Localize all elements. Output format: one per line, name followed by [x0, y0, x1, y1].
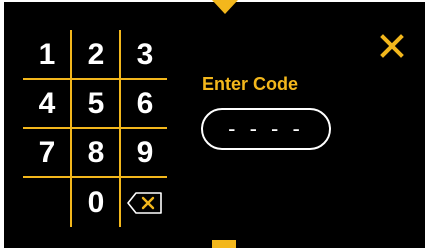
code-entry-screen: 1 2 3 4 5 6 7 8 9 0 Enter Code - - - - [0, 0, 428, 248]
key-9[interactable]: 9 [121, 128, 169, 177]
key-3[interactable]: 3 [121, 30, 169, 79]
key-1[interactable]: 1 [23, 30, 71, 79]
close-button[interactable] [380, 34, 404, 58]
key-7[interactable]: 7 [23, 128, 71, 177]
code-input-field[interactable]: - - - - [201, 108, 331, 150]
left-frame-edge [0, 0, 4, 248]
key-6[interactable]: 6 [121, 79, 169, 128]
enter-code-title: Enter Code [202, 74, 299, 94]
backspace-icon [127, 191, 162, 214]
key-5[interactable]: 5 [72, 79, 120, 128]
numeric-keypad: 1 2 3 4 5 6 7 8 9 0 [23, 30, 167, 227]
key-8[interactable]: 8 [72, 128, 120, 177]
key-0[interactable]: 0 [72, 178, 120, 227]
key-4[interactable]: 4 [23, 79, 71, 128]
bottom-marker [212, 240, 236, 248]
backspace-button[interactable] [121, 178, 169, 227]
close-icon [380, 34, 404, 58]
key-2[interactable]: 2 [72, 30, 120, 79]
top-marker-triangle [212, 0, 238, 14]
